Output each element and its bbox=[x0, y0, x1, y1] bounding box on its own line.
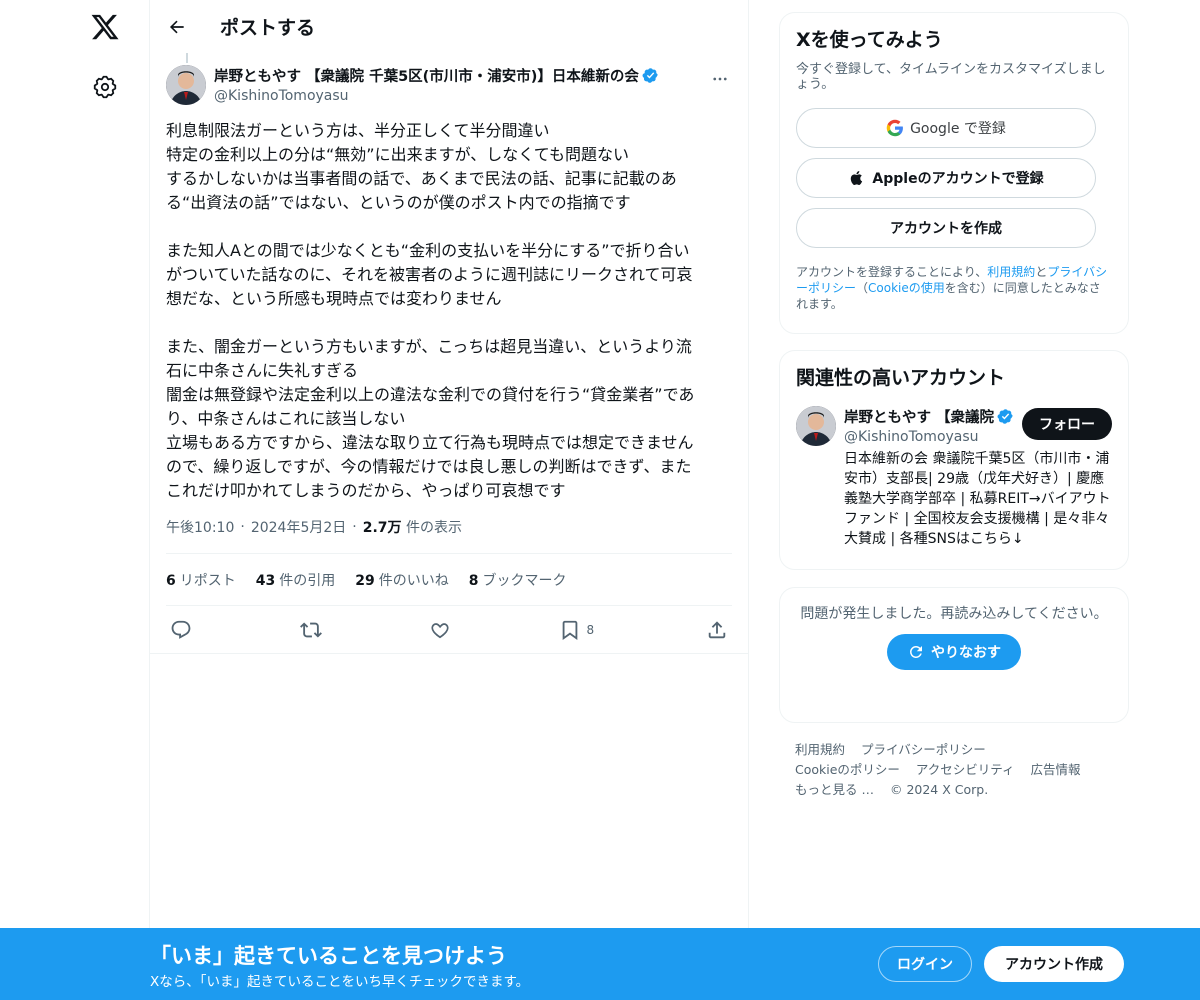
x-logo-icon[interactable] bbox=[90, 12, 120, 42]
more-icon bbox=[713, 77, 727, 81]
quotes-count: 43 bbox=[255, 572, 276, 589]
error-card: 問題が発生しました。再読み込みしてください。 やりなおす bbox=[779, 587, 1129, 723]
google-signup-button[interactable]: Google で登録 bbox=[796, 108, 1096, 148]
page-title: ポストする bbox=[220, 17, 316, 39]
apple-signup-button[interactable]: Appleのアカウントで登録 bbox=[796, 158, 1096, 198]
back-arrow-icon bbox=[169, 20, 184, 33]
likes-label: 件のいいね bbox=[378, 572, 449, 589]
related-name[interactable]: 岸野ともやす 【衆議院 bbox=[844, 406, 994, 427]
terms-and: と bbox=[1035, 265, 1048, 279]
avatar[interactable] bbox=[166, 65, 206, 105]
like-icon bbox=[431, 622, 449, 638]
cookie-link[interactable]: Cookieの使用 bbox=[868, 281, 945, 295]
related-title: 関連性の高いアカウント bbox=[796, 367, 1006, 389]
google-signup-label: Google で登録 bbox=[910, 121, 1006, 137]
refresh-icon bbox=[910, 646, 922, 658]
banner-subtitle: Xなら、「いま」起きていることをいち早くチェックできます。 bbox=[150, 974, 530, 990]
footer-accessibility[interactable]: アクセシビリティ bbox=[916, 762, 1015, 777]
retry-label: やりなおす bbox=[931, 645, 1001, 661]
author-handle[interactable]: @KishinoTomoyasu bbox=[214, 88, 659, 104]
reply-button[interactable] bbox=[170, 619, 192, 641]
signup-card: Xを使ってみよう 今すぐ登録して、タイムラインをカスタマイズしましょう。 Goo… bbox=[779, 12, 1129, 334]
login-button[interactable]: ログイン bbox=[878, 946, 972, 982]
related-accounts-card: 関連性の高いアカウント 岸野ともやす 【衆議院 @KishinoTomoyasu… bbox=[779, 350, 1129, 570]
share-button[interactable] bbox=[706, 619, 728, 641]
author-name-row[interactable]: 岸野ともやす 【衆議院 千葉5区(市川市・浦安市)】日本維新の会 bbox=[214, 65, 659, 86]
post-time[interactable]: 午後10:10 bbox=[166, 517, 234, 537]
main-column: ポストする 岸野ともやす 【衆議院 千葉5区(市川市・浦安市)】日本維新の会 @… bbox=[149, 0, 749, 1000]
related-avatar[interactable] bbox=[796, 406, 836, 446]
apple-icon bbox=[851, 171, 863, 185]
banner-title: 「いま」起きていることを見つけよう bbox=[150, 944, 507, 968]
bookmark-button[interactable]: 8 bbox=[559, 619, 599, 641]
like-button[interactable] bbox=[429, 619, 451, 641]
views-label: 件の表示 bbox=[405, 520, 462, 536]
share-icon bbox=[708, 620, 726, 638]
footer-more[interactable]: もっと見る … bbox=[795, 782, 874, 797]
reposts-count: 6 bbox=[166, 572, 176, 589]
verified-badge-icon bbox=[642, 68, 658, 83]
signup-banner: 「いま」起きていることを見つけよう Xなら、「いま」起きていることをいち早くチェ… bbox=[0, 928, 1200, 1000]
related-name-row[interactable]: 岸野ともやす 【衆議院 bbox=[844, 406, 1014, 427]
signup-title: Xを使ってみよう bbox=[796, 29, 943, 51]
footer-privacy[interactable]: プライバシーポリシー bbox=[861, 742, 986, 757]
views-count: 2.7万 bbox=[362, 520, 402, 536]
more-button[interactable] bbox=[708, 67, 732, 91]
quotes-stat[interactable]: 43 件の引用 bbox=[256, 570, 335, 590]
error-message: 問題が発生しました。再読み込みしてください。 bbox=[800, 606, 1108, 622]
retry-button[interactable]: やりなおす bbox=[887, 634, 1021, 670]
create-account-button[interactable]: アカウントを作成 bbox=[796, 208, 1096, 248]
follow-button[interactable]: フォロー bbox=[1022, 408, 1112, 440]
related-bio: 日本維新の会 衆議院千葉5区（市川市・浦安市）支部長| 29歳（戊年犬好き）| … bbox=[844, 451, 1111, 547]
footer-cookie[interactable]: Cookieのポリシー bbox=[795, 762, 900, 777]
footer-copyright: © 2024 X Corp. bbox=[889, 782, 989, 797]
post-text: 利息制限法ガーという方は、半分正しくて半分間違い 特定の金利以上の分は“無効”に… bbox=[166, 121, 695, 500]
back-button[interactable] bbox=[166, 16, 188, 38]
left-nav bbox=[0, 0, 150, 1000]
quotes-label: 件の引用 bbox=[279, 572, 336, 589]
post-author: 岸野ともやす 【衆議院 千葉5区(市川市・浦安市)】日本維新の会 @Kishin… bbox=[166, 53, 732, 105]
likes-stat[interactable]: 29 件のいいね bbox=[355, 570, 448, 590]
related-account-row[interactable]: 岸野ともやす 【衆議院 @KishinoTomoyasu 日本維新の会 衆議院千… bbox=[780, 402, 1128, 553]
footer-links: 利用規約 プライバシーポリシー Cookieのポリシー アクセシビリティ 広告情… bbox=[795, 740, 1115, 800]
views: 2.7万 件の表示 bbox=[363, 517, 462, 537]
reposts-stat[interactable]: 6 リポスト bbox=[166, 570, 236, 590]
terms-text: アカウントを登録することにより、利用規約とプライバシーポリシー（Cookieの使… bbox=[796, 264, 1112, 312]
post-date[interactable]: 2024年5月2日 bbox=[251, 517, 346, 537]
post-actions: 8 bbox=[150, 606, 748, 654]
meta-separator: · bbox=[352, 519, 357, 535]
bookmarks-count: 8 bbox=[468, 572, 479, 589]
repost-icon bbox=[299, 622, 322, 637]
post-meta: 午後10:10 · 2024年5月2日 · 2.7万 件の表示 bbox=[166, 517, 732, 554]
page-header: ポストする bbox=[150, 0, 748, 53]
footer-ads[interactable]: 広告情報 bbox=[1031, 762, 1081, 777]
reply-icon bbox=[171, 620, 191, 639]
likes-count: 29 bbox=[355, 572, 375, 589]
post-stats: 6 リポスト 43 件の引用 29 件のいいね 8 ブックマーク bbox=[166, 554, 732, 606]
footer-terms[interactable]: 利用規約 bbox=[795, 742, 845, 757]
meta-separator: · bbox=[240, 519, 245, 535]
post: 岸野ともやす 【衆議院 千葉5区(市川市・浦安市)】日本維新の会 @Kishin… bbox=[150, 53, 748, 654]
banner-create-account-button[interactable]: アカウント作成 bbox=[984, 946, 1124, 982]
reposts-label: リポスト bbox=[179, 572, 236, 589]
terms-paren: （ bbox=[856, 281, 869, 295]
bookmarks-label: ブックマーク bbox=[482, 572, 567, 589]
bookmark-icon bbox=[562, 620, 577, 640]
create-account-label: アカウントを作成 bbox=[890, 221, 1002, 237]
google-icon bbox=[886, 119, 903, 137]
terms-link[interactable]: 利用規約 bbox=[987, 265, 1035, 279]
signup-subtitle: 今すぐ登録して、タイムラインをカスタマイズしましょう。 bbox=[796, 62, 1106, 92]
bookmark-count: 8 bbox=[586, 622, 595, 637]
gear-icon[interactable] bbox=[93, 75, 117, 99]
verified-badge-icon bbox=[997, 409, 1013, 424]
repost-button[interactable] bbox=[299, 619, 322, 641]
apple-signup-label: Appleのアカウントで登録 bbox=[872, 171, 1044, 187]
terms-prefix: アカウントを登録することにより、 bbox=[796, 265, 988, 279]
author-name[interactable]: 岸野ともやす 【衆議院 千葉5区(市川市・浦安市)】日本維新の会 bbox=[214, 65, 639, 86]
bookmarks-stat: 8 ブックマーク bbox=[469, 570, 567, 590]
